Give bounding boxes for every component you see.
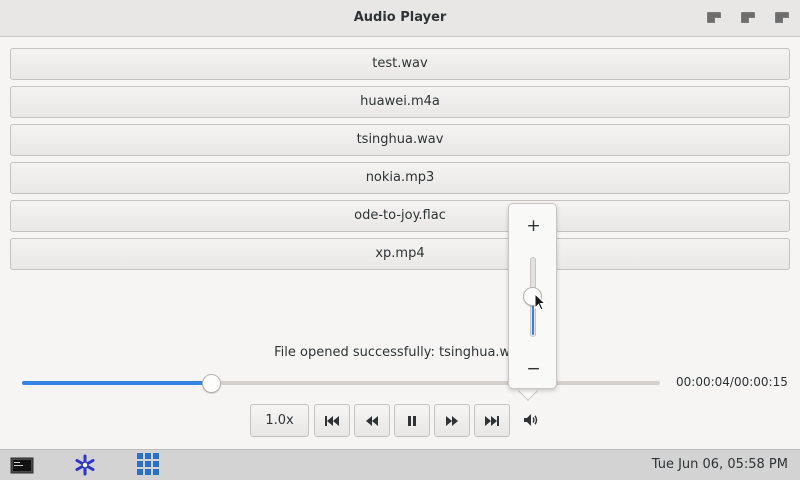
fast-forward-icon [446,415,458,426]
playlist-item[interactable]: ode-to-joy.flac [10,200,790,232]
app-grid-icon[interactable] [136,453,162,477]
taskbar-clock: Tue Jun 06, 05:58 PM [651,457,788,472]
playlist: test.wav huawei.m4a tsinghua.wav nokia.m… [10,48,790,276]
seek-handle[interactable] [201,374,221,393]
playlist-item[interactable]: huawei.m4a [10,86,790,118]
previous-button[interactable] [314,404,350,437]
pause-button[interactable] [394,404,430,437]
skip-previous-icon [325,415,339,426]
window-title: Audio Player [353,10,447,25]
seek-slider[interactable] [22,372,660,394]
taskbar: Tue Jun 06, 05:58 PM [0,449,800,480]
seek-fill [22,381,211,385]
volume-popover: + − [508,203,557,389]
skip-next-icon [485,415,499,426]
speed-button[interactable]: 1.0x [250,404,309,437]
rewind-icon [366,415,378,426]
close-icon[interactable] [775,12,789,23]
maximize-icon[interactable] [741,12,755,23]
terminal-icon[interactable] [9,453,35,477]
volume-icon [524,414,538,426]
audio-player-window: Audio Player test.wav huawei.m4a tsinghu… [0,0,800,449]
rewind-button[interactable] [354,404,390,437]
playlist-item[interactable]: tsinghua.wav [10,124,790,156]
volume-down-button[interactable]: − [509,359,558,379]
title-bar: Audio Player [0,0,800,37]
volume-button[interactable] [521,410,541,430]
asterisk-app-icon[interactable] [72,453,98,477]
minimize-icon[interactable] [707,12,721,23]
playlist-item[interactable]: nokia.mp3 [10,162,790,194]
next-button[interactable] [474,404,510,437]
mouse-pointer-icon [534,293,546,311]
status-text: File opened successfully: tsinghua.wav [274,345,526,360]
playlist-item[interactable]: xp.mp4 [10,238,790,270]
pause-icon [408,415,416,426]
volume-up-button[interactable]: + [509,216,558,236]
fast-forward-button[interactable] [434,404,470,437]
playlist-item[interactable]: test.wav [10,48,790,80]
time-display: 00:00:04/00:00:15 [676,375,788,389]
